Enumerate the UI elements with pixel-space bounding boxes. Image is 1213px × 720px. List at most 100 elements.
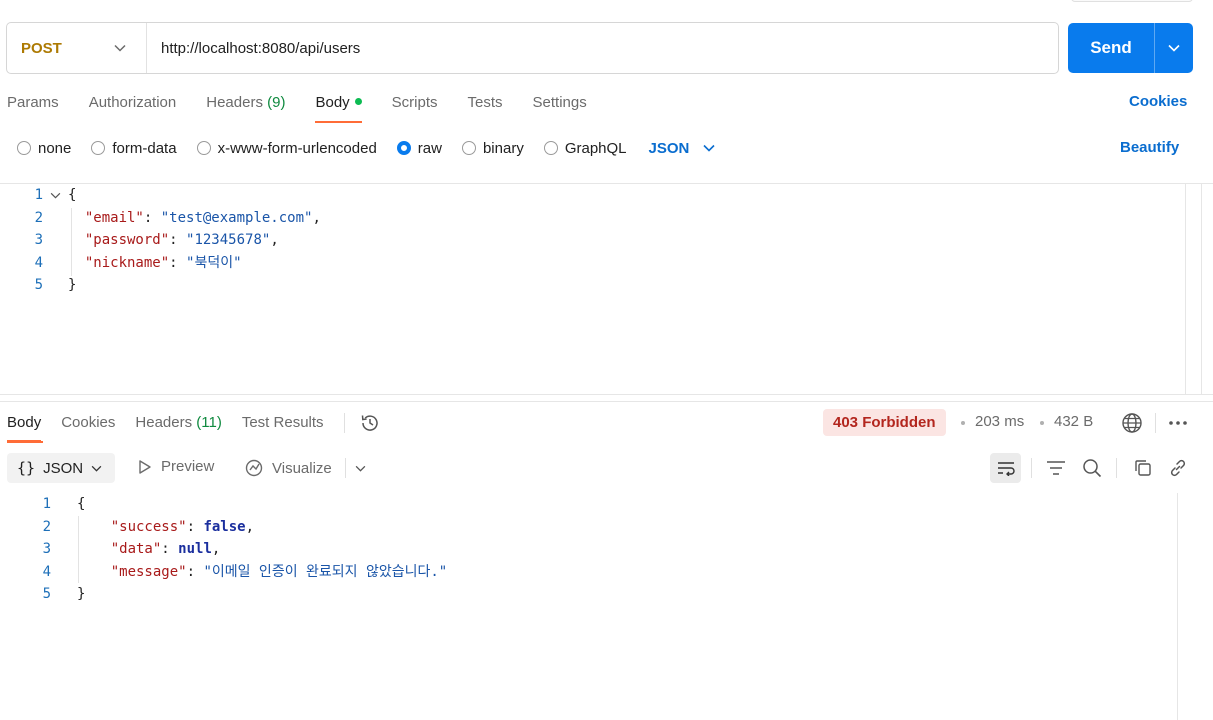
copy-link-button[interactable]: [1167, 457, 1189, 479]
wrap-lines-icon: [997, 462, 1015, 476]
tab-test-results[interactable]: Test Results: [242, 407, 324, 441]
filter-button[interactable]: [1045, 457, 1067, 479]
line-number: 2: [42, 518, 51, 535]
network-info-button[interactable]: [1120, 411, 1144, 435]
visualize-button[interactable]: Visualize: [244, 458, 332, 478]
tab-params[interactable]: Params: [7, 90, 59, 122]
status-badge[interactable]: 403 Forbidden: [823, 409, 946, 436]
radio-button: [196, 141, 211, 155]
json-key: "success": [110, 518, 187, 535]
panel-divider[interactable]: [0, 394, 1213, 395]
line-number: 5: [42, 586, 51, 602]
line-number: 1: [34, 187, 43, 203]
language-dropdown[interactable]: JSON: [649, 140, 716, 157]
indent-guide: [78, 516, 79, 583]
chevron-down-icon: [1168, 44, 1180, 52]
tab-params-label: Params: [7, 94, 59, 111]
response-body-viewer[interactable]: 1 { 2 "success": false, 3 "data": null, …: [0, 493, 448, 606]
response-tabs: Body Cookies Headers (11) Test Results: [7, 407, 381, 442]
visualize-options-button[interactable]: [350, 458, 370, 478]
url-input[interactable]: [147, 23, 1058, 73]
code-line: 4 "nickname": "북덕이": [0, 252, 321, 275]
headers-count: (9): [267, 94, 286, 111]
radio-graphql[interactable]: GraphQL: [543, 140, 627, 157]
tab-headers[interactable]: Headers (9): [206, 90, 285, 122]
code-line: 4 "message": "이메일 인증이 완료되지 않았습니다.": [0, 561, 448, 584]
line-number: 3: [42, 541, 51, 557]
tab-scripts-label: Scripts: [391, 94, 438, 111]
preview-button[interactable]: Preview: [138, 458, 214, 475]
request-url-bar: POST: [6, 22, 1059, 74]
active-tab-underline: [7, 441, 43, 443]
request-tabs: Params Authorization Headers (9) Body Sc…: [7, 90, 617, 123]
json-value: "12345678": [186, 232, 271, 248]
tab-authorization[interactable]: Authorization: [89, 90, 177, 122]
json-key: "nickname": [84, 254, 170, 271]
editor-scrollbar-track[interactable]: [1185, 183, 1186, 394]
tab-response-cookies[interactable]: Cookies: [61, 407, 115, 441]
radio-form-data-label: form-data: [112, 139, 177, 157]
code-line: 5 }: [0, 274, 321, 297]
radio-button: [91, 141, 106, 155]
tab-body[interactable]: Body: [315, 90, 362, 123]
json-value: false: [203, 518, 246, 535]
search-button[interactable]: [1081, 457, 1103, 479]
tab-separator: [343, 413, 345, 433]
wrap-lines-button[interactable]: [990, 453, 1021, 483]
response-size[interactable]: 432 B: [1054, 413, 1093, 430]
tab-authorization-label: Authorization: [88, 94, 177, 111]
chevron-down-icon: [355, 465, 365, 472]
cookies-link[interactable]: Cookies: [1129, 93, 1187, 110]
code-line: 3 "data": null,: [0, 538, 447, 561]
tab-tests-label: Tests: [467, 94, 503, 111]
toolbar-separator: [1031, 458, 1032, 478]
method-dropdown[interactable]: POST: [7, 23, 147, 73]
json-key: "email": [84, 209, 144, 226]
open-brace: {: [77, 496, 86, 512]
json-key: "password": [84, 232, 170, 248]
send-button[interactable]: Send: [1068, 23, 1193, 73]
radio-raw-label: raw: [417, 139, 442, 157]
tab-response-body[interactable]: Body: [7, 407, 42, 442]
headers-count: (11): [196, 414, 222, 431]
tab-headers-label: Headers: [206, 94, 263, 111]
json-value: "이메일 인증이 완료되지 않았습니다.": [203, 563, 448, 580]
json-key: "message": [110, 563, 187, 580]
send-options-button[interactable]: [1155, 44, 1193, 52]
response-time[interactable]: 203 ms: [975, 413, 1024, 430]
response-top-divider: [0, 401, 1213, 402]
radio-raw[interactable]: raw: [396, 139, 442, 157]
json-comma: ,: [270, 232, 279, 248]
top-toolbar-fragment: [1071, 0, 1193, 2]
json-key: "data": [110, 541, 162, 557]
close-brace: }: [77, 586, 86, 602]
tab-settings[interactable]: Settings: [533, 90, 587, 122]
radio-urlencoded[interactable]: x-www-form-urlencoded: [196, 140, 377, 157]
tab-scripts[interactable]: Scripts: [392, 90, 438, 122]
tab-response-headers[interactable]: Headers (11): [135, 407, 221, 441]
beautify-link[interactable]: Beautify: [1120, 139, 1179, 156]
preview-label: Preview: [161, 458, 215, 475]
response-scrollbar-track[interactable]: [1177, 493, 1178, 720]
filter-icon: [1047, 461, 1065, 475]
tab-tests[interactable]: Tests: [468, 90, 503, 122]
json-value: null: [178, 541, 212, 557]
more-horizontal-icon: [1169, 421, 1187, 425]
radio-none[interactable]: none: [17, 140, 71, 157]
history-button[interactable]: [359, 407, 381, 439]
history-icon: [361, 415, 378, 431]
fold-toggle[interactable]: [43, 184, 68, 207]
copy-button[interactable]: [1132, 457, 1154, 479]
chevron-down-icon: [114, 44, 126, 52]
play-icon: [139, 459, 151, 474]
meta-separator: [961, 421, 965, 425]
more-options-button[interactable]: [1166, 411, 1190, 435]
visualize-label: Visualize: [272, 459, 332, 477]
toolbar-separator: [1116, 458, 1117, 478]
globe-icon: [1122, 413, 1142, 433]
radio-form-data[interactable]: form-data: [91, 139, 177, 157]
line-number: 4: [42, 563, 51, 580]
request-body-editor[interactable]: 1 { 2 "email": "test@example.com", 3 "pa…: [0, 184, 321, 297]
radio-binary[interactable]: binary: [461, 140, 524, 157]
response-format-dropdown[interactable]: {} JSON: [7, 453, 115, 483]
